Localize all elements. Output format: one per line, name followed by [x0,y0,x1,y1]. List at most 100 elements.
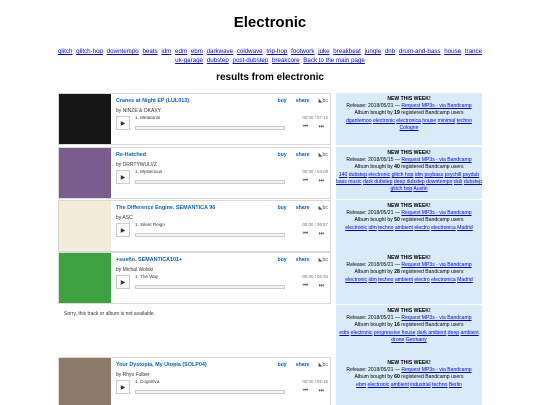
buy-link[interactable]: buy [277,152,286,158]
album-tag-link[interactable]: ambient [395,225,413,231]
album-tag-link[interactable]: progressive house [374,330,416,336]
next-track-icon[interactable]: ⏭ [319,283,324,290]
genre-tag-link[interactable]: dnb [385,48,395,55]
album-tag-link[interactable]: Madrid [457,277,473,283]
album-tag-link[interactable]: edm [339,330,349,336]
album-art[interactable] [59,253,111,303]
album-tag-link[interactable]: electronica [431,277,456,283]
album-tag-link[interactable]: Madrid [457,225,473,231]
album-tag-link[interactable]: idm [368,277,376,283]
share-link[interactable]: share [296,98,310,104]
bandcamp-logo-icon[interactable]: ◣bc [319,152,328,158]
request-mp3-link[interactable]: Request MP3s - via Bandcamp [401,210,471,216]
album-art[interactable] [59,148,111,198]
genre-tag-link[interactable]: post-dubstep [233,57,269,64]
album-title[interactable]: Re-Hatched [116,152,146,158]
album-tag-link[interactable]: deep [448,330,459,336]
album-tag-link[interactable]: drone [391,337,404,343]
genre-tag-link[interactable]: glitch [58,48,72,55]
album-tag-link[interactable]: techno [378,277,393,283]
album-tag-link[interactable]: electronic [345,225,367,231]
genre-tag-link[interactable]: coldwave [237,48,263,55]
progress-bar[interactable] [135,285,285,289]
album-tag-link[interactable]: idm [368,225,376,231]
album-tag-link[interactable]: Germany [406,337,427,343]
previous-track-icon[interactable]: ⏮ [303,231,308,238]
next-track-icon[interactable]: ⏭ [319,231,324,238]
genre-tag-link[interactable]: footwork [291,48,314,55]
album-artist[interactable]: by Rhys Fulber [116,372,150,378]
album-tag-link[interactable]: electro [414,277,429,283]
buy-link[interactable]: buy [277,362,286,368]
album-tag-link[interactable]: psychill [445,172,462,178]
album-tag-link[interactable]: techno [457,118,472,124]
album-tag-link[interactable]: electronic [368,382,390,388]
genre-tag-link[interactable]: uk-garage [175,57,203,64]
genre-tag-link[interactable]: glitch-hop [76,48,103,55]
album-tag-link[interactable]: psydub [463,172,479,178]
share-link[interactable]: share [296,205,310,211]
previous-track-icon[interactable]: ⏮ [303,124,308,131]
album-tag-link[interactable]: psybass [424,172,443,178]
buy-link[interactable]: buy [277,98,286,104]
album-title[interactable]: The Difference Engine. SEMANTICA 96 [116,205,215,211]
next-track-icon[interactable]: ⏭ [319,388,324,395]
album-tag-link[interactable]: ambient [461,330,479,336]
album-tag-link[interactable]: glitch hop [390,186,412,192]
bandcamp-logo-icon[interactable]: ◣bc [319,98,328,104]
genre-tag-link[interactable]: trance [465,48,482,55]
genre-tag-link[interactable]: darkwave [207,48,233,55]
genre-tag-link[interactable]: drum-and-bass [399,48,441,55]
genre-tag-link[interactable]: breakbeat [333,48,361,55]
album-tag-link[interactable]: deep dubstep [394,179,425,185]
album-tag-link[interactable]: techno [378,225,393,231]
album-tag-link[interactable]: dark dubstep [363,179,392,185]
progress-bar[interactable] [135,180,285,184]
play-icon[interactable]: ▶ [116,275,130,289]
genre-tag-link[interactable]: downtempo [107,48,139,55]
previous-track-icon[interactable]: ⏮ [303,388,308,395]
previous-track-icon[interactable]: ⏮ [303,178,308,185]
share-link[interactable]: share [296,362,310,368]
album-tag-link[interactable]: house [422,118,436,124]
album-tag-link[interactable]: downtempo [426,179,452,185]
album-tag-link[interactable]: dubstep [349,172,367,178]
album-tag-link[interactable]: electronic [345,277,367,283]
album-tag-link[interactable]: bass music [336,179,361,185]
album-tag-link[interactable]: ebm [356,382,366,388]
bandcamp-logo-icon[interactable]: ◣bc [319,205,328,211]
play-icon[interactable]: ▶ [116,380,130,394]
genre-tag-link[interactable]: breakcore [272,57,300,64]
request-mp3-link[interactable]: Request MP3s - via Bandcamp [401,367,471,373]
share-link[interactable]: share [296,257,310,263]
album-tag-link[interactable]: electronic [373,118,395,124]
album-tag-link[interactable]: Berlin [449,382,462,388]
request-mp3-link[interactable]: Request MP3s - via Bandcamp [401,103,471,109]
play-icon[interactable]: ▶ [116,223,130,237]
album-tag-link[interactable]: electronica [431,225,456,231]
genre-tag-link[interactable]: ebm [191,48,203,55]
album-title[interactable]: Your Dystopia, My Utopia (SOLP04) [116,362,207,368]
album-tag-link[interactable]: electro [414,225,429,231]
next-track-icon[interactable]: ⏭ [319,178,324,185]
album-title[interactable]: +sueño. SEMANTICA101+ [116,257,182,263]
album-tag-link[interactable]: minimal [438,118,456,124]
album-tag-link[interactable]: electronic [368,172,390,178]
progress-bar[interactable] [135,126,285,130]
back-to-main-link[interactable]: Back to the main page [303,57,365,64]
genre-tag-link[interactable]: beats [142,48,157,55]
album-tag-link[interactable]: dubstep [464,179,482,185]
previous-track-icon[interactable]: ⏮ [303,283,308,290]
progress-bar[interactable] [135,233,285,237]
request-mp3-link[interactable]: Request MP3s - via Bandcamp [401,315,471,321]
bandcamp-logo-icon[interactable]: ◣bc [319,257,328,263]
album-tag-link[interactable]: dark ambient [417,330,446,336]
album-artist[interactable]: by DRRTYWULVZ [116,162,157,168]
genre-tag-link[interactable]: trip-hop [266,48,287,55]
album-tag-link[interactable]: ambient [395,277,413,283]
genre-tag-link[interactable]: dubstep [207,57,229,64]
play-icon[interactable]: ▶ [116,116,130,130]
album-art[interactable] [59,201,111,251]
album-tag-link[interactable]: dub [454,179,463,185]
album-tag-link[interactable]: Cologne [400,125,419,131]
